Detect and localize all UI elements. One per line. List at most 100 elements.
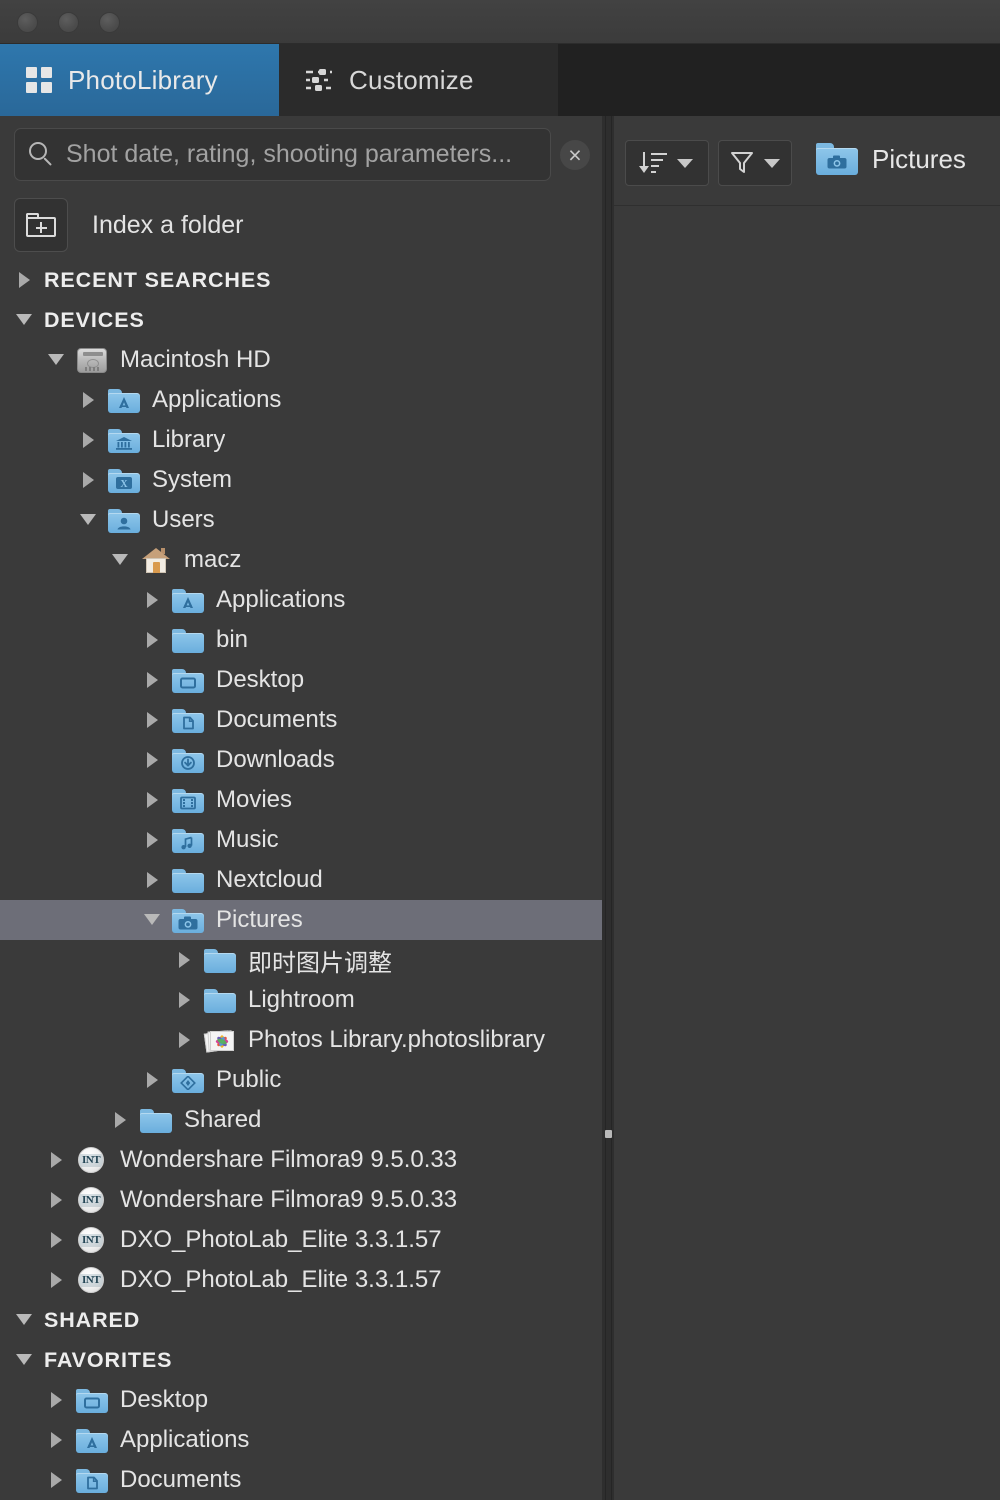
divider-grip-handle[interactable] bbox=[605, 1130, 612, 1138]
tree-section-shared[interactable]: SHARED bbox=[0, 1300, 602, 1340]
folder-tree: RECENT SEARCHES DEVICES Macintosh HD Applic… bbox=[0, 260, 602, 1500]
chevron-right-icon[interactable] bbox=[142, 789, 164, 811]
tree-item[interactable]: Applications bbox=[0, 580, 602, 620]
tree-item[interactable]: 即时图片调整 bbox=[0, 940, 602, 980]
tree-section-recent-searches[interactable]: RECENT SEARCHES bbox=[0, 260, 602, 300]
chevron-down-icon[interactable] bbox=[46, 349, 68, 371]
tree-item[interactable]: Library bbox=[0, 420, 602, 460]
applications-folder-icon bbox=[108, 387, 140, 413]
content-toolbar: Pictures bbox=[614, 116, 1000, 206]
minimize-button[interactable] bbox=[58, 12, 79, 33]
sort-button[interactable] bbox=[625, 140, 709, 186]
tree-item[interactable]: INT DXO_PhotoLab_Elite 3.3.1.57 bbox=[0, 1260, 602, 1300]
chevron-right-icon[interactable] bbox=[142, 589, 164, 611]
chevron-right-icon[interactable] bbox=[174, 949, 196, 971]
chevron-down-icon[interactable] bbox=[110, 549, 132, 571]
tree-item[interactable]: macz bbox=[0, 540, 602, 580]
chevron-right-icon[interactable] bbox=[46, 1149, 68, 1171]
tree-item-label: System bbox=[152, 466, 233, 493]
plain-folder-icon bbox=[140, 1107, 172, 1133]
tree-item[interactable]: Shared bbox=[0, 1100, 602, 1140]
tree-item-label: Downloads bbox=[216, 746, 335, 773]
plain-folder-icon bbox=[172, 627, 204, 653]
chevron-down-icon[interactable] bbox=[14, 1349, 36, 1371]
tree-item[interactable]: Desktop bbox=[0, 1380, 602, 1420]
tree-item-label: Applications bbox=[120, 1426, 250, 1453]
tree-section-devices[interactable]: DEVICES bbox=[0, 300, 602, 340]
chevron-down-icon[interactable] bbox=[78, 509, 100, 531]
users-folder-icon bbox=[108, 507, 140, 533]
tree-item[interactable]: Documents bbox=[0, 700, 602, 740]
chevron-down-icon[interactable] bbox=[14, 1309, 36, 1331]
zoom-button[interactable] bbox=[99, 12, 120, 33]
chevron-right-icon[interactable] bbox=[46, 1389, 68, 1411]
close-button[interactable] bbox=[17, 12, 38, 33]
tree-item[interactable]: bin bbox=[0, 620, 602, 660]
search-input[interactable]: Shot date, rating, shooting parameters..… bbox=[14, 128, 551, 181]
chevron-right-icon[interactable] bbox=[14, 269, 36, 291]
chevron-right-icon[interactable] bbox=[78, 429, 100, 451]
tree-item[interactable]: INT Wondershare Filmora9 9.5.0.33 bbox=[0, 1140, 602, 1180]
disk-image-icon: INT bbox=[76, 1267, 108, 1293]
tree-item-label: 即时图片调整 bbox=[248, 949, 392, 977]
tree-item[interactable]: Pictures bbox=[0, 900, 602, 940]
chevron-right-icon[interactable] bbox=[174, 1029, 196, 1051]
tab-customize[interactable]: Customize bbox=[279, 44, 558, 116]
chevron-right-icon[interactable] bbox=[142, 829, 164, 851]
documents-folder-icon bbox=[172, 707, 204, 733]
chevron-right-icon[interactable] bbox=[142, 629, 164, 651]
tree-item[interactable]: Users bbox=[0, 500, 602, 540]
chevron-right-icon[interactable] bbox=[78, 389, 100, 411]
tree-item[interactable]: Documents bbox=[0, 1460, 602, 1500]
desktop-folder-icon bbox=[172, 667, 204, 693]
chevron-right-icon[interactable] bbox=[110, 1109, 132, 1131]
chevron-right-icon[interactable] bbox=[46, 1189, 68, 1211]
current-folder-indicator[interactable]: Pictures bbox=[816, 142, 966, 176]
chevron-down-icon[interactable] bbox=[142, 909, 164, 931]
hard-disk-icon bbox=[76, 347, 108, 373]
tree-section-favorites[interactable]: FAVORITES bbox=[0, 1340, 602, 1380]
index-folder-button[interactable] bbox=[14, 198, 68, 252]
tree-item[interactable]: Nextcloud bbox=[0, 860, 602, 900]
chevron-down-icon[interactable] bbox=[14, 309, 36, 331]
tree-item-label: Music bbox=[216, 826, 279, 853]
chevron-right-icon[interactable] bbox=[46, 1229, 68, 1251]
chevron-right-icon[interactable] bbox=[142, 1069, 164, 1091]
tree-item[interactable]: Desktop bbox=[0, 660, 602, 700]
system-folder-icon: X bbox=[108, 467, 140, 493]
tree-item[interactable]: Photos Library.photoslibrary bbox=[0, 1020, 602, 1060]
plain-folder-icon bbox=[204, 987, 236, 1013]
clear-search-button[interactable]: × bbox=[560, 140, 590, 170]
tree-item[interactable]: INT DXO_PhotoLab_Elite 3.3.1.57 bbox=[0, 1220, 602, 1260]
tree-item[interactable]: Applications bbox=[0, 1420, 602, 1460]
chevron-right-icon[interactable] bbox=[46, 1469, 68, 1491]
tree-item[interactable]: Downloads bbox=[0, 740, 602, 780]
chevron-right-icon[interactable] bbox=[78, 469, 100, 491]
tree-item[interactable]: Lightroom bbox=[0, 980, 602, 1020]
tree-item[interactable]: Movies bbox=[0, 780, 602, 820]
tree-item-label: DEVICES bbox=[44, 307, 145, 332]
tree-item[interactable]: X System bbox=[0, 460, 602, 500]
tree-item[interactable]: Public bbox=[0, 1060, 602, 1100]
chevron-right-icon[interactable] bbox=[142, 749, 164, 771]
desktop-folder-icon bbox=[76, 1387, 108, 1413]
tree-item[interactable]: INT Wondershare Filmora9 9.5.0.33 bbox=[0, 1180, 602, 1220]
chevron-right-icon[interactable] bbox=[142, 709, 164, 731]
tree-item[interactable]: Macintosh HD bbox=[0, 340, 602, 380]
tab-photolibrary[interactable]: PhotoLibrary bbox=[0, 44, 279, 116]
index-folder-row[interactable]: Index a folder bbox=[0, 190, 602, 260]
tree-item[interactable]: Applications bbox=[0, 380, 602, 420]
disk-image-icon: INT bbox=[76, 1187, 108, 1213]
chevron-right-icon[interactable] bbox=[46, 1269, 68, 1291]
camera-folder-icon bbox=[172, 907, 204, 933]
chevron-right-icon[interactable] bbox=[142, 669, 164, 691]
panel-divider[interactable] bbox=[602, 116, 614, 1500]
tab-strip: PhotoLibrary Customize bbox=[0, 44, 1000, 116]
tree-item-label: SHARED bbox=[44, 1307, 141, 1332]
chevron-right-icon[interactable] bbox=[46, 1429, 68, 1451]
filter-button[interactable] bbox=[718, 140, 792, 186]
tree-item[interactable]: Music bbox=[0, 820, 602, 860]
chevron-right-icon[interactable] bbox=[142, 869, 164, 891]
tree-item-label: Wondershare Filmora9 9.5.0.33 bbox=[120, 1146, 458, 1173]
chevron-right-icon[interactable] bbox=[174, 989, 196, 1011]
